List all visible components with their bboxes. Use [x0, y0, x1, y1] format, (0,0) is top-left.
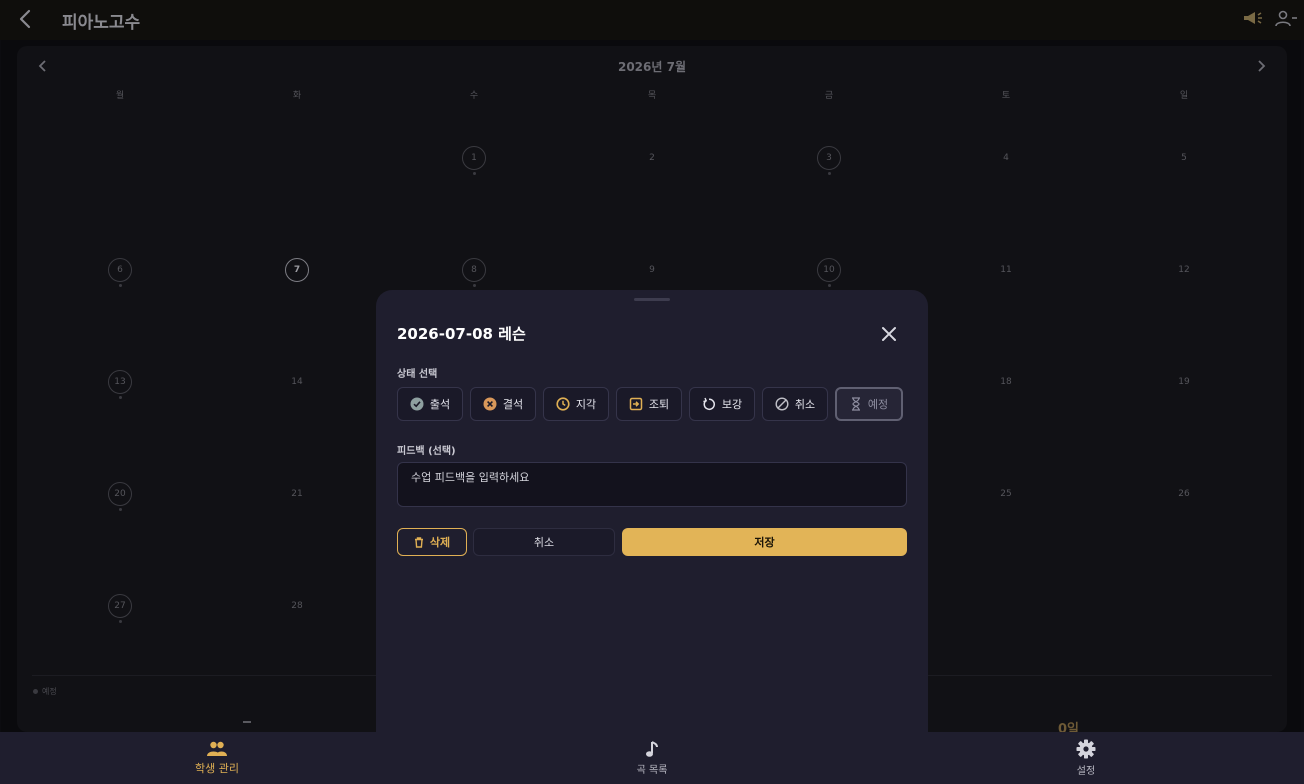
refresh-icon [703, 397, 715, 411]
nav-songs[interactable]: 곡 목록 [592, 732, 712, 784]
calendar-day[interactable]: 5 [1172, 146, 1196, 170]
calendar-legend: 예정 [33, 686, 57, 697]
close-icon[interactable] [878, 323, 900, 345]
calendar-day[interactable]: 25 [994, 482, 1018, 506]
calendar-day[interactable]: 8 [462, 258, 486, 282]
lesson-dot [118, 396, 122, 399]
status-label: 조퇴 [648, 398, 670, 411]
calendar-day[interactable]: 27 [108, 594, 132, 618]
status-label: 지각 [575, 398, 597, 411]
clock-icon [556, 397, 570, 411]
status-options: 출석 결석 지각 조퇴 보강 취소 예정 [397, 387, 903, 421]
status-label: 취소 [794, 398, 816, 411]
gear-icon [1076, 739, 1096, 759]
lesson-dot [472, 172, 476, 175]
calendar-day[interactable]: 10 [817, 258, 841, 282]
status-cancel-button[interactable]: 취소 [762, 387, 828, 421]
weekday-fri: 금 [824, 91, 834, 101]
status-section-label: 상태 선택 [397, 369, 438, 380]
modal-title: 2026-07-08 레슨 [397, 325, 526, 343]
nav-label: 곡 목록 [636, 765, 668, 776]
calendar-day[interactable]: 4 [994, 146, 1018, 170]
calendar-day[interactable]: 11 [994, 258, 1018, 282]
drag-handle[interactable] [634, 298, 670, 301]
calendar-day[interactable]: 18 [994, 370, 1018, 394]
calendar-day[interactable]: 9 [640, 258, 664, 282]
calendar-day[interactable]: 2 [640, 146, 664, 170]
trash-icon [414, 536, 423, 548]
delete-button[interactable]: 삭제 [397, 528, 467, 556]
month-title: 2026년 7월 [617, 60, 686, 74]
weekday-sun: 일 [1179, 91, 1189, 101]
save-button[interactable]: 저장 [622, 528, 907, 556]
calendar-day[interactable]: 13 [108, 370, 132, 394]
calendar-day[interactable]: 21 [285, 482, 309, 506]
lesson-dot [118, 284, 122, 287]
cancel-button[interactable]: 취소 [473, 528, 615, 556]
status-scheduled-button[interactable]: 예정 [835, 387, 903, 421]
lesson-dot [827, 284, 831, 287]
status-late-button[interactable]: 지각 [543, 387, 609, 421]
megaphone-icon[interactable] [1241, 10, 1263, 28]
status-makeup-button[interactable]: 보강 [689, 387, 755, 421]
calendar-day[interactable]: 19 [1172, 370, 1196, 394]
ban-icon [775, 397, 789, 411]
app-title: 피아노고수 [62, 13, 141, 33]
back-arrow-icon[interactable] [16, 8, 36, 30]
nav-label: 설정 [1076, 766, 1096, 777]
status-label: 출석 [429, 398, 451, 411]
weekday-mon: 월 [115, 91, 125, 101]
calendar-day[interactable]: 6 [108, 258, 132, 282]
status-label: 보강 [721, 398, 743, 411]
calendar-day[interactable]: 12 [1172, 258, 1196, 282]
feedback-input[interactable]: 수업 피드백을 입력하세요 [397, 462, 907, 507]
calendar-day[interactable]: 26 [1172, 482, 1196, 506]
calendar-day[interactable]: 20 [108, 482, 132, 506]
lesson-modal: 2026-07-08 레슨 상태 선택 출석 결석 지각 조퇴 보강 취소 예정… [376, 290, 928, 750]
lesson-dot [118, 508, 122, 511]
status-early-leave-button[interactable]: 조퇴 [616, 387, 682, 421]
nav-students[interactable]: 학생 관리 [157, 732, 277, 784]
user-minus-icon[interactable] [1275, 10, 1297, 28]
legend-dot [33, 689, 38, 694]
exit-icon [629, 397, 643, 411]
top-bar: 피아노고수 [0, 0, 1304, 40]
legend-label: 예정 [42, 687, 57, 696]
calendar-day[interactable]: 28 [285, 594, 309, 618]
check-circle-icon [410, 397, 424, 411]
nav-settings[interactable]: 설정 [1026, 732, 1146, 784]
people-icon [207, 741, 227, 756]
summary-dash [243, 721, 251, 723]
feedback-section-label: 피드백 (선택) [397, 446, 456, 457]
next-month-icon[interactable] [1255, 59, 1267, 73]
hourglass-icon [851, 397, 860, 411]
music-note-icon [646, 741, 658, 757]
calendar-day[interactable]: 3 [817, 146, 841, 170]
calendar-day[interactable]: 14 [285, 370, 309, 394]
status-label: 예정 [867, 398, 889, 411]
weekday-thu: 목 [647, 91, 657, 101]
delete-label: 삭제 [429, 536, 451, 549]
x-circle-icon [483, 397, 497, 411]
status-absent-button[interactable]: 결석 [470, 387, 536, 421]
weekday-tue: 화 [292, 91, 302, 101]
weekday-sat: 토 [1001, 91, 1011, 101]
calendar-day-today[interactable]: 7 [285, 258, 309, 282]
status-attend-button[interactable]: 출석 [397, 387, 463, 421]
bottom-nav: 학생 관리 곡 목록 설정 [0, 732, 1304, 784]
calendar-day[interactable]: 1 [462, 146, 486, 170]
weekday-wed: 수 [469, 91, 479, 101]
lesson-dot [472, 284, 476, 287]
lesson-dot [827, 172, 831, 175]
status-label: 결석 [502, 398, 524, 411]
lesson-dot [118, 620, 122, 623]
nav-label: 학생 관리 [195, 761, 239, 775]
